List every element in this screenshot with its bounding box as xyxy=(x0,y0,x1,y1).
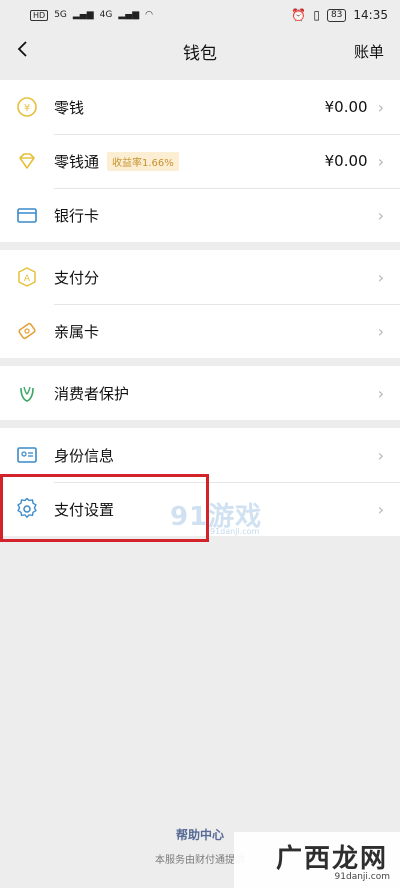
id-icon xyxy=(16,444,38,466)
row-label: 消费者保护 xyxy=(54,384,130,403)
row-pay-score[interactable]: A 支付分 › xyxy=(0,250,400,304)
wallet-group-protection: 消费者保护 › xyxy=(0,366,400,420)
signal-icon-2: ▂▄▆ xyxy=(118,10,140,20)
chevron-right-icon: › xyxy=(377,321,384,341)
row-consumer-protection[interactable]: 消费者保护 › xyxy=(0,366,400,420)
chevron-right-icon: › xyxy=(377,499,384,519)
back-button[interactable] xyxy=(16,39,46,64)
diamond-icon xyxy=(16,150,38,172)
row-label: 身份信息 xyxy=(54,446,115,465)
svg-text:A: A xyxy=(24,274,31,284)
status-right: ⏰ ▯ 83 14:35 xyxy=(291,8,388,22)
wifi-icon: ◠ xyxy=(145,10,153,20)
watermark-logo-bottom: 广西龙网 xyxy=(275,844,388,874)
yield-badge: 收益率1.66% xyxy=(107,151,179,171)
chevron-left-icon xyxy=(17,40,27,57)
page-title: 钱包 xyxy=(183,43,217,64)
row-lingqiantong[interactable]: 零钱通 收益率1.66% ¥0.00 › xyxy=(0,134,400,188)
row-value: ¥0.00 xyxy=(324,152,368,170)
svg-text:¥: ¥ xyxy=(24,103,30,114)
row-label: 零钱 xyxy=(54,98,85,117)
wallet-group-balance: ¥ 零钱 ¥0.00 › 零钱通 收益率1.66% ¥0.00 › 银行卡 › xyxy=(0,80,400,242)
row-label: 亲属卡 xyxy=(54,322,100,341)
alarm-icon: ⏰ xyxy=(291,8,307,22)
watermark-url-top: 91danji.com xyxy=(210,527,260,536)
score-icon: A xyxy=(16,266,38,288)
chevron-right-icon: › xyxy=(377,205,384,225)
watermark-url-bottom: 91danji.com xyxy=(334,872,390,882)
status-bar: HD 5G ▂▄▆ 4G ▂▄▆ ◠ ⏰ ▯ 83 14:35 xyxy=(0,0,400,30)
hd-indicator: HD xyxy=(30,9,49,21)
watermark-bottom: 广西龙网 91danji.com xyxy=(234,832,400,888)
vibrate-icon: ▯ xyxy=(313,8,320,22)
chevron-right-icon: › xyxy=(377,445,384,465)
signal-4g: 4G xyxy=(99,10,113,20)
signal-5g: 5G xyxy=(54,10,67,20)
protect-icon xyxy=(16,382,38,404)
battery-indicator: 83 xyxy=(326,8,347,22)
row-bank-card[interactable]: 银行卡 › xyxy=(0,188,400,242)
chevron-right-icon: › xyxy=(377,97,384,117)
chevron-right-icon: › xyxy=(377,383,384,403)
chevron-right-icon: › xyxy=(377,267,384,287)
coin-icon: ¥ xyxy=(16,96,38,118)
wallet-group-credit: A 支付分 › 亲属卡 › xyxy=(0,250,400,358)
row-value: ¥0.00 xyxy=(324,98,368,116)
chevron-right-icon: › xyxy=(377,151,384,171)
family-card-icon xyxy=(16,320,38,342)
nav-bar: 钱包 账单 xyxy=(0,30,400,72)
row-label: 零钱通 xyxy=(54,152,100,171)
row-label: 支付分 xyxy=(54,268,100,287)
signal-icon: ▂▄▆ xyxy=(72,10,94,20)
status-left: HD 5G ▂▄▆ 4G ▂▄▆ ◠ xyxy=(30,9,153,21)
status-time: 14:35 xyxy=(353,8,388,22)
row-label: 银行卡 xyxy=(54,206,100,225)
card-icon xyxy=(16,204,38,226)
bill-button[interactable]: 账单 xyxy=(354,41,384,62)
row-change[interactable]: ¥ 零钱 ¥0.00 › xyxy=(0,80,400,134)
row-family-card[interactable]: 亲属卡 › xyxy=(0,304,400,358)
